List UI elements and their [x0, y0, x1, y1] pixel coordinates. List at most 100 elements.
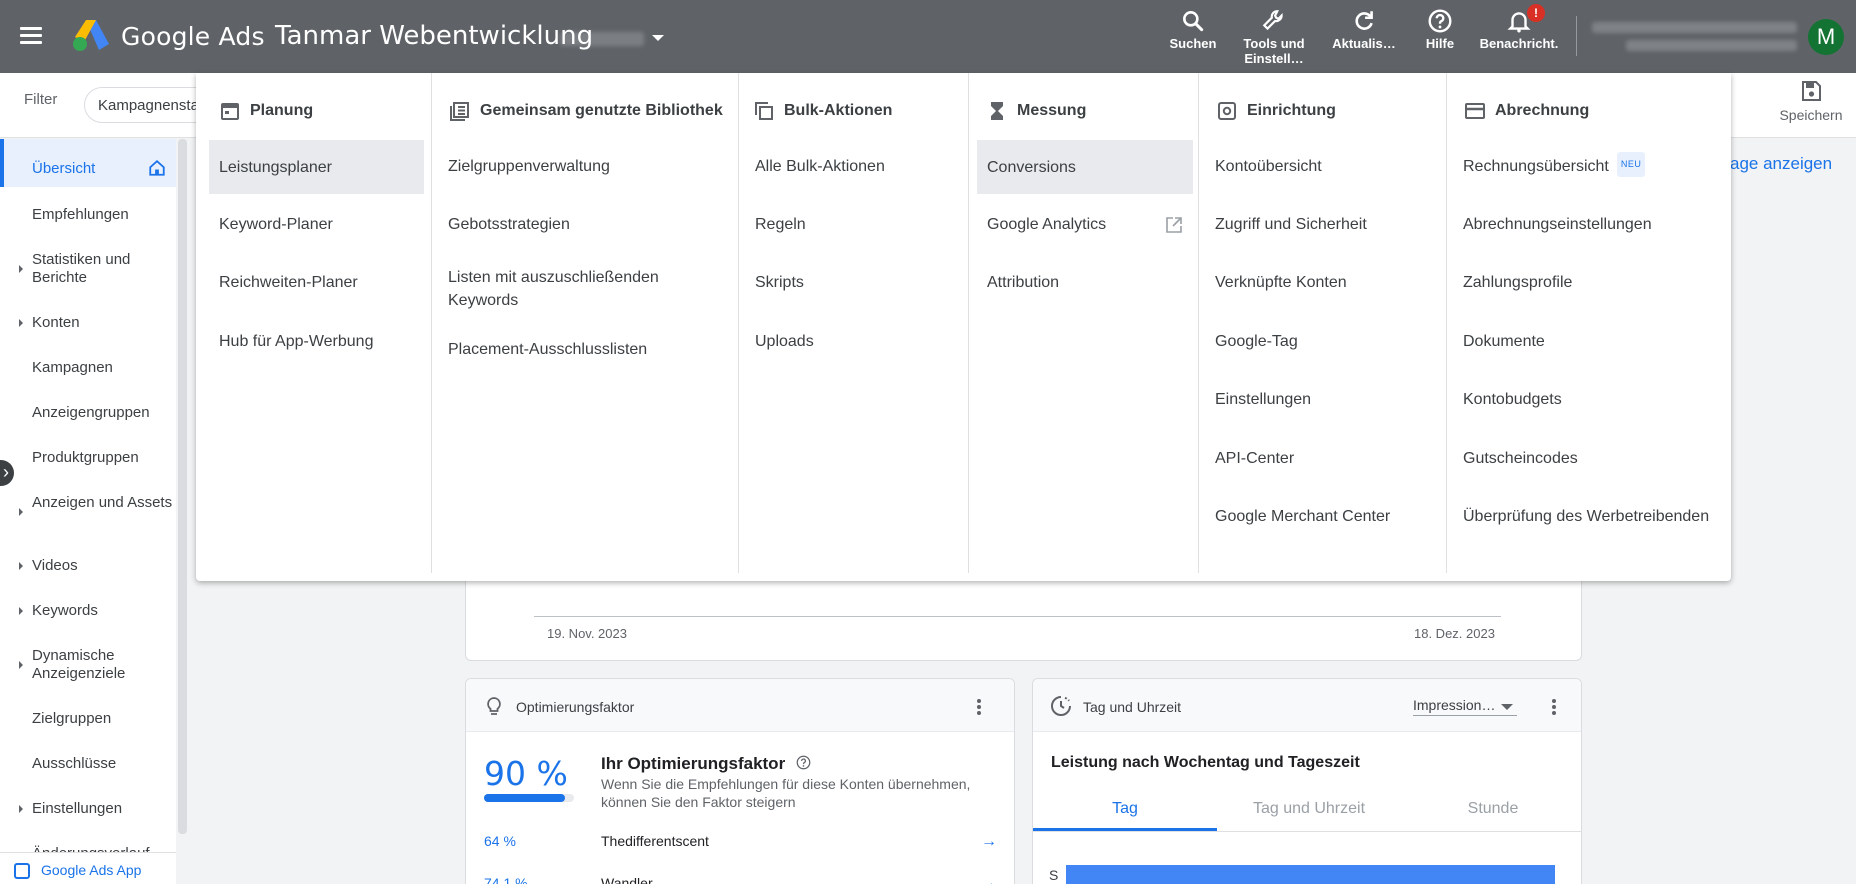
- menu-item-negative-keyword-lists[interactable]: Listen mit auszuschließenden Keywords: [438, 266, 718, 312]
- menu-item-billing-summary[interactable]: Rechnungsübersicht NEU: [1453, 152, 1655, 178]
- hourglass-icon: [991, 102, 1003, 120]
- tools-button[interactable]: Tools und Einstell…: [1236, 8, 1312, 66]
- menu-item-linked-accounts[interactable]: Verknüpfte Konten: [1205, 271, 1357, 294]
- menu-item-reach-planner[interactable]: Reichweiten-Planer: [209, 271, 368, 294]
- help-icon: [1428, 9, 1452, 33]
- sidebar-item-accounts[interactable]: Konten: [0, 314, 176, 332]
- sidebar-item-keywords[interactable]: Keywords: [0, 602, 176, 620]
- avatar[interactable]: M: [1808, 19, 1844, 55]
- sidebar-item-recommendations[interactable]: Empfehlungen: [0, 206, 176, 224]
- optimization-score-bar-fill: [484, 794, 565, 802]
- more-vert-icon[interactable]: [1544, 697, 1564, 717]
- google-ads-logo: [73, 20, 109, 51]
- sidebar: Übersicht Empfehlungen Statistiken und B…: [0, 139, 176, 884]
- refresh-button[interactable]: Aktualis…: [1326, 8, 1402, 51]
- phone-icon: [14, 863, 30, 879]
- menu-column-setup: Einrichtung Kontoübersicht Zugriff und S…: [1198, 73, 1446, 573]
- menu-item-label: Skripts: [755, 274, 804, 291]
- sidebar-scrollbar[interactable]: [178, 139, 187, 834]
- sidebar-item-dynamic-targets[interactable]: Dynamische Anzeigenziele: [0, 647, 176, 683]
- menu-item-app-hub[interactable]: Hub für App-Werbung: [209, 330, 383, 353]
- menu-item-uploads[interactable]: Uploads: [745, 330, 824, 353]
- tab-day-and-time[interactable]: Tag und Uhrzeit: [1217, 785, 1401, 831]
- menu-item-account-budgets[interactable]: Kontobudgets: [1453, 388, 1572, 411]
- help-outline-icon[interactable]: [796, 755, 811, 770]
- sidebar-item-settings[interactable]: Einstellungen: [0, 800, 176, 818]
- optimization-score-bar: [484, 794, 574, 802]
- menu-item-all-bulk-actions[interactable]: Alle Bulk-Aktionen: [745, 155, 895, 178]
- sidebar-item-reports[interactable]: Statistiken und Berichte: [0, 251, 176, 287]
- menu-item-merchant-center[interactable]: Google Merchant Center: [1205, 505, 1400, 528]
- menu-item-rules[interactable]: Regeln: [745, 213, 816, 236]
- sidebar-item-overview[interactable]: Übersicht: [0, 139, 176, 187]
- view-page-link[interactable]: age anzeigen: [1730, 154, 1832, 174]
- arrow-right-icon[interactable]: →: [981, 833, 997, 851]
- sidebar-item-product-groups[interactable]: Produktgruppen: [0, 449, 176, 467]
- help-button[interactable]: Hilfe: [1412, 8, 1468, 51]
- save-icon: [1802, 81, 1821, 101]
- more-vert-icon[interactable]: [969, 697, 989, 717]
- menu-column-measurement: Messung Conversions Google Analytics Att…: [968, 73, 1198, 573]
- menu-item-performance-planner[interactable]: Leistungsplaner: [209, 140, 424, 194]
- menu-column-bulk-actions: Bulk-Aktionen Alle Bulk-Aktionen Regeln …: [738, 73, 968, 573]
- menu-item-google-analytics[interactable]: Google Analytics: [977, 202, 1193, 252]
- account-name[interactable]: Tanmar Webentwicklung: [275, 21, 593, 51]
- optimization-description: Wenn Sie die Empfehlungen für diese Kont…: [601, 776, 971, 810]
- menu-item-label: Google Analytics: [987, 216, 1107, 233]
- menu-item-label: Einstellungen: [1215, 391, 1312, 408]
- menu-item-audience-manager[interactable]: Zielgruppenverwaltung: [438, 155, 620, 178]
- menu-column-title: Gemeinsam genutzte Bibliothek: [480, 102, 723, 119]
- menu-item-label: Kontobudgets: [1463, 391, 1562, 408]
- sidebar-item-audiences[interactable]: Zielgruppen: [0, 710, 176, 728]
- menu-item-conversions[interactable]: Conversions: [977, 140, 1193, 194]
- menu-item-keyword-planner[interactable]: Keyword-Planer: [209, 213, 343, 236]
- menu-item-documents[interactable]: Dokumente: [1453, 330, 1555, 353]
- sidebar-item-exclusions[interactable]: Ausschlüsse: [0, 755, 176, 773]
- sidebar-item-label: Übersicht: [32, 160, 96, 177]
- menu-item-label: Kontoübersicht: [1215, 158, 1322, 175]
- metric-select[interactable]: Impression…: [1413, 697, 1518, 716]
- home-icon: [149, 160, 165, 176]
- menu-item-google-tag[interactable]: Google-Tag: [1205, 330, 1308, 353]
- google-ads-app-link[interactable]: Google Ads App: [0, 852, 176, 884]
- menu-item-api-center[interactable]: API-Center: [1205, 447, 1304, 470]
- menu-item-placement-exclusion-lists[interactable]: Placement-Ausschlusslisten: [438, 338, 657, 361]
- menu-item-scripts[interactable]: Skripts: [745, 271, 814, 294]
- menu-item-label: Zugriff und Sicherheit: [1215, 216, 1367, 233]
- copy-icon: [755, 102, 773, 120]
- menu-item-promo-codes[interactable]: Gutscheincodes: [1453, 447, 1588, 470]
- sidebar-item-videos[interactable]: Videos: [0, 557, 176, 575]
- expand-arrow-icon: [19, 607, 23, 615]
- menu-item-access-security[interactable]: Zugriff und Sicherheit: [1205, 213, 1377, 236]
- account-dropdown-icon[interactable]: [652, 35, 664, 41]
- menu-item-attribution[interactable]: Attribution: [977, 271, 1069, 294]
- menu-item-payment-profiles[interactable]: Zahlungsprofile: [1453, 271, 1582, 294]
- sidebar-item-campaigns[interactable]: Kampagnen: [0, 359, 176, 377]
- account-id-redacted: [560, 32, 644, 46]
- tab-hour[interactable]: Stunde: [1401, 785, 1581, 831]
- sidebar-item-label: Keywords: [32, 602, 98, 619]
- menu-item-label: Google-Tag: [1215, 333, 1298, 350]
- menu-item-settings[interactable]: Einstellungen: [1205, 388, 1321, 411]
- menu-item-bid-strategies[interactable]: Gebotsstrategien: [438, 213, 580, 236]
- arrow-right-icon[interactable]: →: [981, 875, 997, 884]
- notifications-button[interactable]: ! Benachricht.: [1474, 4, 1564, 51]
- menu-column-title: Einrichtung: [1247, 102, 1336, 119]
- sidebar-item-label: Kampagnen: [32, 359, 113, 376]
- sidebar-item-ad-groups[interactable]: Anzeigengruppen: [0, 404, 176, 422]
- sidebar-item-ads-assets[interactable]: Anzeigen und Assets: [0, 494, 176, 516]
- sidebar-item-label: Zielgruppen: [32, 710, 112, 727]
- tab-day[interactable]: Tag: [1033, 785, 1217, 831]
- save-button[interactable]: Speichern: [1776, 79, 1846, 123]
- search-button[interactable]: Suchen: [1165, 8, 1221, 51]
- menu-item-billing-settings[interactable]: Abrechnungseinstellungen: [1453, 213, 1662, 236]
- menu-icon[interactable]: [18, 24, 46, 48]
- menu-item-advertiser-verification[interactable]: Überprüfung des Werbetreibenden: [1453, 505, 1719, 528]
- notification-badge: !: [1527, 4, 1545, 22]
- open-in-new-icon: [1166, 217, 1182, 233]
- menu-item-label: Rechnungsübersicht: [1463, 158, 1609, 175]
- menu-item-label: Dokumente: [1463, 333, 1545, 350]
- refresh-label: Aktualis…: [1332, 36, 1396, 51]
- menu-item-label: Google Merchant Center: [1215, 508, 1391, 525]
- menu-item-account-overview[interactable]: Kontoübersicht: [1205, 155, 1332, 178]
